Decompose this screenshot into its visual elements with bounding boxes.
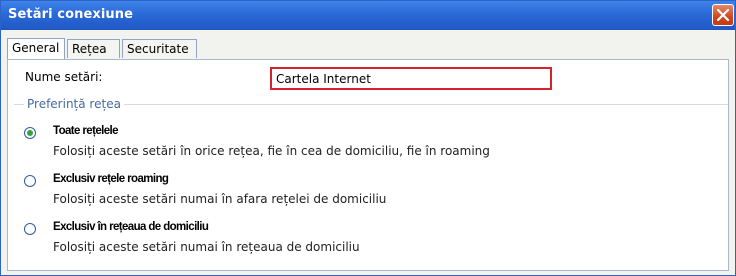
radio-home-only[interactable] xyxy=(24,223,36,235)
option-title: Toate rețelele xyxy=(53,125,118,137)
tab-securitate[interactable]: Securitate xyxy=(122,39,197,58)
close-icon xyxy=(717,9,729,21)
network-preference-group: Preferință rețea Toate rețelele Folosiți… xyxy=(14,97,728,275)
option-title: Exclusiv rețele roaming xyxy=(53,173,169,185)
option-description: Folosiți aceste setări în orice rețea, f… xyxy=(53,144,490,158)
tab-retea[interactable]: Rețea xyxy=(67,39,120,58)
connection-settings-dialog: Setări conexiune General Rețea Securitat… xyxy=(0,0,736,276)
title-bar[interactable]: Setări conexiune xyxy=(1,1,735,30)
radio-roaming-only[interactable] xyxy=(24,175,36,187)
tab-general[interactable]: General xyxy=(7,38,65,59)
general-tab-panel: Nume setări: Preferință rețea Toate rețe… xyxy=(7,59,729,271)
window-title: Setări conexiune xyxy=(8,7,134,22)
option-roaming-only[interactable]: Exclusiv rețele roaming Folosiți aceste … xyxy=(24,173,714,215)
close-button[interactable] xyxy=(712,4,734,26)
radio-selected-dot xyxy=(27,130,33,136)
option-title: Exclusiv în rețeaua de domiciliu xyxy=(53,221,209,233)
option-description: Folosiți aceste setări numai în rețeaua … xyxy=(53,240,360,254)
settings-name-label: Nume setări: xyxy=(25,70,103,84)
option-all-networks[interactable]: Toate rețelele Folosiți aceste setări în… xyxy=(24,125,714,167)
network-preference-legend: Preferință rețea xyxy=(24,97,124,111)
option-description: Folosiți aceste setări numai în afara re… xyxy=(53,192,387,206)
radio-all-networks[interactable] xyxy=(24,127,36,139)
option-home-only[interactable]: Exclusiv în rețeaua de domiciliu Folosiț… xyxy=(24,221,714,263)
settings-name-input[interactable] xyxy=(270,67,552,90)
